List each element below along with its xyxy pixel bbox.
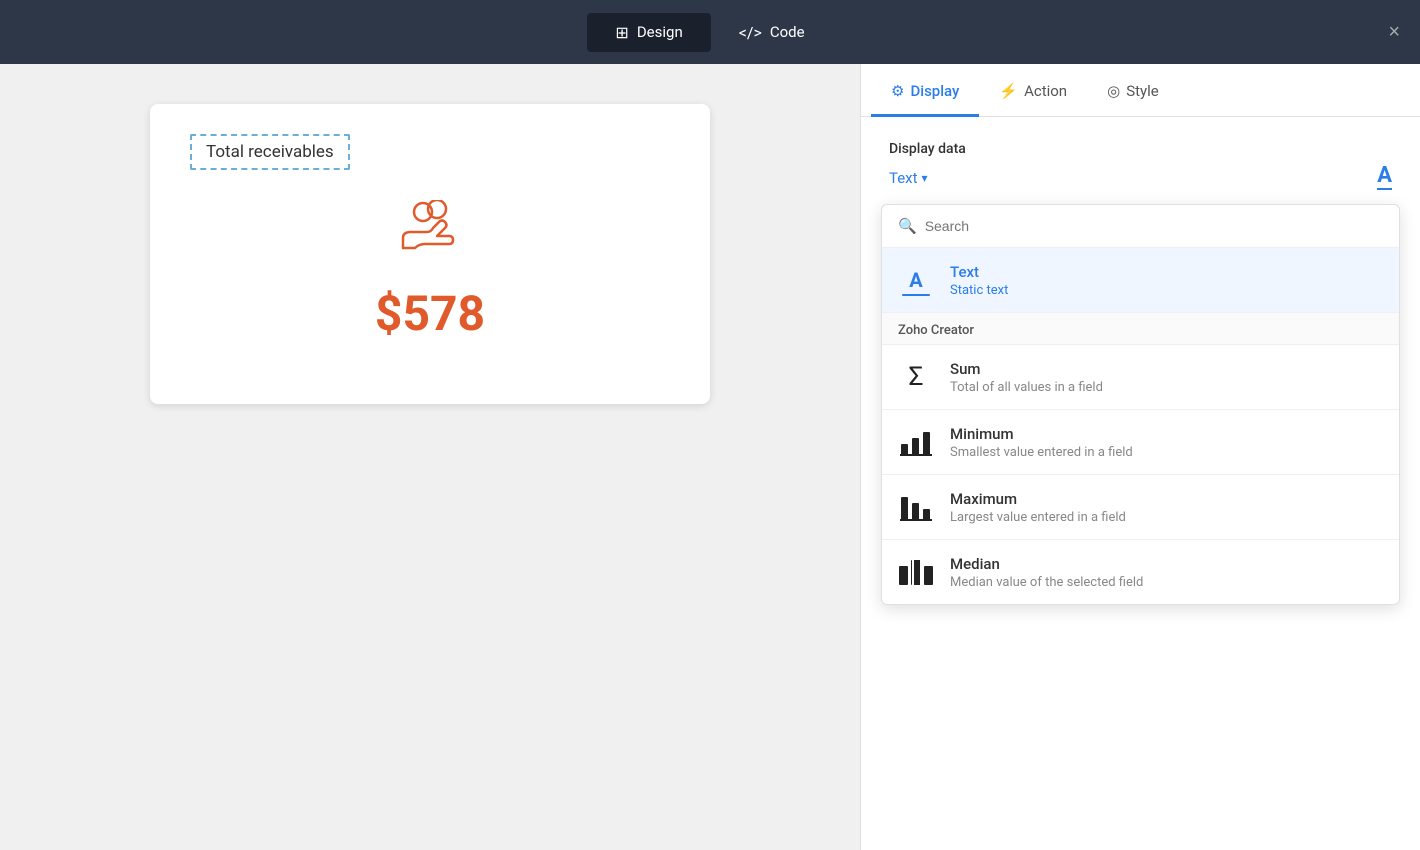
action-tab-label: Action xyxy=(1024,82,1067,100)
dropdown-scroll: A Text Static text Zoho Creator Σ xyxy=(882,248,1399,604)
tab-display[interactable]: ⚙ Display xyxy=(871,64,979,117)
dropdown-panel: 🔍 A Text Static text Zoho Creator xyxy=(881,204,1400,605)
median-item-text: Median Median value of the selected fiel… xyxy=(950,555,1143,590)
text-dropdown[interactable]: Text ▾ xyxy=(889,169,928,187)
minimum-icon xyxy=(898,424,934,460)
sum-item-title: Sum xyxy=(950,360,1103,378)
display-data-label: Display data xyxy=(889,141,1392,157)
design-label: Design xyxy=(637,23,683,41)
display-icon: ⚙ xyxy=(891,82,904,100)
tab-code[interactable]: </> Code xyxy=(711,13,833,52)
style-icon: ◎ xyxy=(1107,82,1120,100)
widget-icon xyxy=(395,200,465,269)
panel-tabs: ⚙ Display ⚡ Action ◎ Style xyxy=(861,64,1420,117)
tab-design[interactable]: ⊞ Design xyxy=(587,13,710,52)
topbar: ⊞ Design </> Code × xyxy=(0,0,1420,64)
dropdown-item-maximum[interactable]: Maximum Largest value entered in a field xyxy=(882,475,1399,540)
median-item-title: Median xyxy=(950,555,1143,573)
tab-action[interactable]: ⚡ Action xyxy=(979,64,1087,117)
maximum-item-title: Maximum xyxy=(950,490,1126,508)
topbar-tabs: ⊞ Design </> Code xyxy=(587,13,832,52)
minimum-item-title: Minimum xyxy=(950,425,1133,443)
text-item-subtitle: Static text xyxy=(950,283,1008,298)
display-tab-label: Display xyxy=(910,82,959,100)
maximum-icon xyxy=(898,489,934,525)
design-icon: ⊞ xyxy=(615,23,628,42)
dropdown-item-sum[interactable]: Σ Sum Total of all values in a field xyxy=(882,345,1399,410)
tab-style[interactable]: ◎ Style xyxy=(1087,64,1179,117)
dropdown-item-text[interactable]: A Text Static text xyxy=(882,248,1399,313)
text-item-icon: A xyxy=(898,262,934,298)
text-dropdown-row: Text ▾ A xyxy=(889,165,1392,190)
dropdown-current-value: Text xyxy=(889,169,918,187)
action-icon: ⚡ xyxy=(999,82,1018,100)
search-row: 🔍 xyxy=(882,205,1399,248)
search-input[interactable] xyxy=(925,218,1383,234)
main-layout: Total receivables $578 ⚙ Display xyxy=(0,64,1420,850)
dropdown-item-minimum[interactable]: Minimum Smallest value entered in a fiel… xyxy=(882,410,1399,475)
median-icon xyxy=(898,554,934,590)
search-icon: 🔍 xyxy=(898,217,917,235)
median-item-subtitle: Median value of the selected field xyxy=(950,575,1143,590)
minimum-item-subtitle: Smallest value entered in a field xyxy=(950,445,1133,460)
widget-title[interactable]: Total receivables xyxy=(190,134,350,170)
code-label: Code xyxy=(770,23,805,41)
right-panel: ⚙ Display ⚡ Action ◎ Style Display data … xyxy=(860,64,1420,850)
maximum-item-subtitle: Largest value entered in a field xyxy=(950,510,1126,525)
sum-item-text: Sum Total of all values in a field xyxy=(950,360,1103,395)
text-item-title: Text xyxy=(950,263,1008,281)
panel-content: Display data Text ▾ A 🔍 A xyxy=(861,117,1420,850)
font-format-icon: A xyxy=(1377,165,1392,190)
widget-card: Total receivables $578 xyxy=(150,104,710,404)
close-button[interactable]: × xyxy=(1388,22,1400,42)
style-tab-label: Style xyxy=(1126,82,1159,100)
canvas-area: Total receivables $578 xyxy=(0,64,860,850)
chevron-down-icon: ▾ xyxy=(922,171,928,185)
dropdown-item-median[interactable]: Median Median value of the selected fiel… xyxy=(882,540,1399,604)
zoho-creator-section-label: Zoho Creator xyxy=(882,313,1399,345)
code-icon: </> xyxy=(739,23,762,42)
widget-value: $578 xyxy=(375,285,485,342)
sum-item-subtitle: Total of all values in a field xyxy=(950,380,1103,395)
minimum-item-text: Minimum Smallest value entered in a fiel… xyxy=(950,425,1133,460)
text-item-text: Text Static text xyxy=(950,263,1008,298)
maximum-item-text: Maximum Largest value entered in a field xyxy=(950,490,1126,525)
sum-icon: Σ xyxy=(898,359,934,395)
